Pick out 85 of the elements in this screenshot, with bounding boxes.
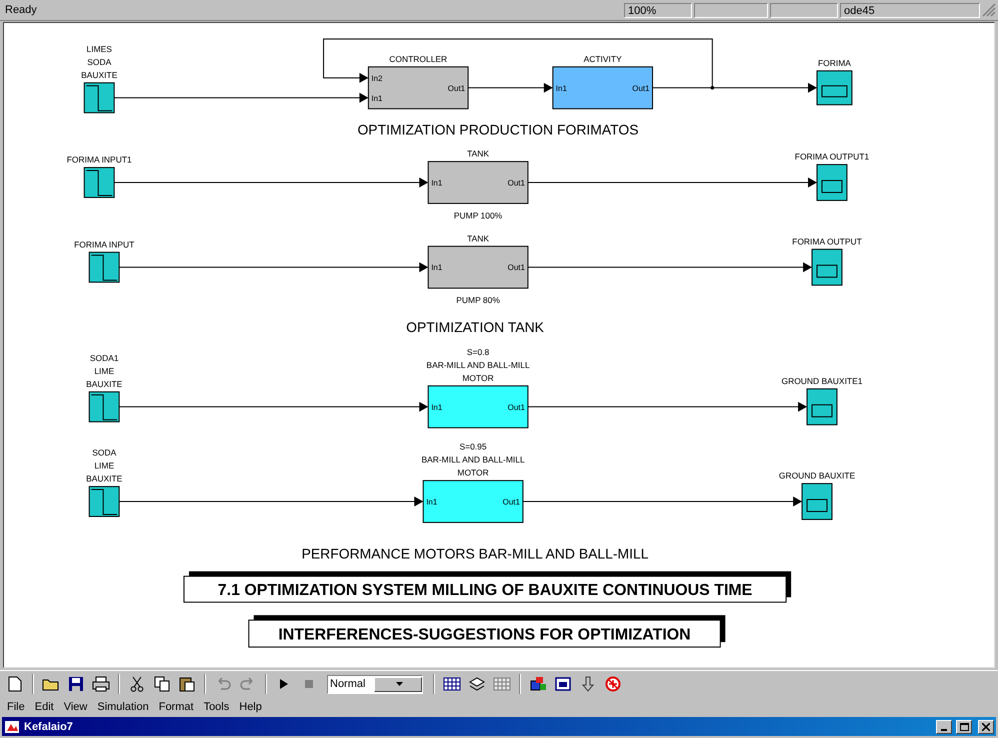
simulation-mode-dropdown[interactable]: Normal: [327, 674, 423, 694]
step-source-block[interactable]: [84, 82, 115, 114]
port-label: In1: [431, 263, 442, 272]
port-label: Out1: [508, 178, 525, 188]
block-label: BAUXITE: [86, 474, 122, 484]
block-label: S=0.8: [466, 346, 490, 357]
block-label: GROUND BAUXITE1: [782, 376, 862, 386]
block-label: LIMES: [86, 44, 112, 54]
subsystem-block[interactable]: [428, 385, 528, 428]
block-label: BAUXITE: [81, 70, 118, 80]
step-source-block[interactable]: [88, 252, 120, 283]
scope-block[interactable]: [816, 70, 852, 106]
menu-item[interactable]: Tools: [198, 701, 234, 713]
port-label: In1: [371, 94, 382, 103]
subsystem-block[interactable]: [368, 66, 469, 110]
block-label: SODA: [92, 448, 116, 458]
maximize-button[interactable]: [956, 720, 972, 734]
block-label: FORIMA OUTPUT1: [794, 152, 870, 162]
block-label: TANK: [467, 233, 490, 244]
block-label: SODA: [87, 56, 112, 67]
branch-point: [710, 86, 714, 90]
status-message: Ready: [4, 4, 38, 16]
banner-title: INTERFERENCES-SUGGESTIONS FOR OPTIMIZATION: [278, 626, 691, 644]
scope-block[interactable]: [802, 483, 832, 520]
maximize-icon: [960, 722, 968, 730]
block-label: FORIMA OUTPUT: [792, 236, 862, 246]
subsystem-block[interactable]: [422, 480, 524, 523]
menu-item[interactable]: View: [58, 701, 92, 713]
menu-item[interactable]: Edit: [30, 701, 59, 713]
menu-item[interactable]: File: [2, 701, 30, 713]
app-icon: [4, 720, 20, 734]
block-label: MOTOR: [457, 468, 489, 478]
zoom-level: 100%: [624, 2, 692, 18]
block-label: FORIMA: [818, 58, 851, 68]
minimize-button[interactable]: [936, 720, 952, 734]
menu-item[interactable]: Help: [234, 701, 267, 713]
block-label: TANK: [467, 148, 490, 159]
port-label: Out1: [508, 402, 525, 412]
block-label: LIME: [94, 460, 114, 471]
port-label: Out1: [632, 84, 650, 93]
block-label: BAUXITE: [86, 378, 122, 389]
minimize-icon: [941, 728, 947, 730]
port-label: In1: [426, 498, 438, 506]
port-label: Out1: [448, 84, 466, 93]
scope-block[interactable]: [816, 164, 848, 201]
block-label: SODA1: [90, 352, 119, 363]
subsystem-block[interactable]: [428, 246, 528, 289]
subsystem-block[interactable]: [552, 66, 654, 110]
diagram-caption: OPTIMIZATION PRODUCTION FORIMATOS: [357, 122, 639, 138]
diagram-caption: OPTIMIZATION TANK: [406, 319, 544, 336]
step-source-block[interactable]: [88, 391, 120, 422]
step-source-block[interactable]: [84, 167, 115, 198]
block-label: LIME: [94, 366, 114, 376]
port-label: In1: [431, 178, 442, 188]
block-label: MOTOR: [462, 372, 494, 383]
close-button[interactable]: [978, 720, 994, 734]
block-label: PUMP 80%: [456, 295, 500, 306]
block-label: ACTIVITY: [584, 54, 622, 64]
diagram-caption: PERFORMANCE MOTORS BAR-MILL AND BALL-MILL: [302, 545, 649, 562]
dropdown-caret-icon: [396, 682, 402, 686]
block-label: GROUND BAUXITE: [778, 470, 856, 481]
block-label: FORIMA INPUT: [74, 239, 134, 250]
block-label: BAR-MILL AND BALL-MILL: [421, 454, 525, 465]
menu-item[interactable]: Simulation: [92, 701, 154, 713]
scope-block[interactable]: [806, 388, 838, 426]
resize-grip-icon[interactable]: [982, 3, 996, 17]
subsystem-block[interactable]: [428, 161, 528, 204]
block-label: CONTROLLER: [389, 54, 448, 64]
port-label: In1: [556, 84, 567, 93]
port-label: Out1: [502, 498, 520, 506]
status-panel: [770, 2, 838, 18]
port-label: In2: [371, 74, 382, 83]
block-label: FORIMA INPUT1: [66, 154, 132, 165]
block-label: S=0.95: [460, 442, 487, 452]
step-source-block[interactable]: [88, 486, 120, 517]
window-title: Kefalaio7: [24, 720, 74, 732]
port-label: Out1: [508, 263, 525, 272]
scope-block[interactable]: [812, 248, 842, 286]
solver-name: ode45: [840, 2, 980, 18]
block-label: PUMP 100%: [454, 210, 502, 220]
banner-title: 7.1 OPTIMIZATION SYSTEM MILLING OF BAUXITE CONTINUOUS TIME: [218, 582, 752, 600]
port-label: In1: [431, 402, 442, 412]
menu-item[interactable]: Format: [154, 701, 199, 713]
close-icon: [982, 722, 990, 730]
block-label: BAR-MILL AND BALL-MILL: [426, 360, 530, 370]
